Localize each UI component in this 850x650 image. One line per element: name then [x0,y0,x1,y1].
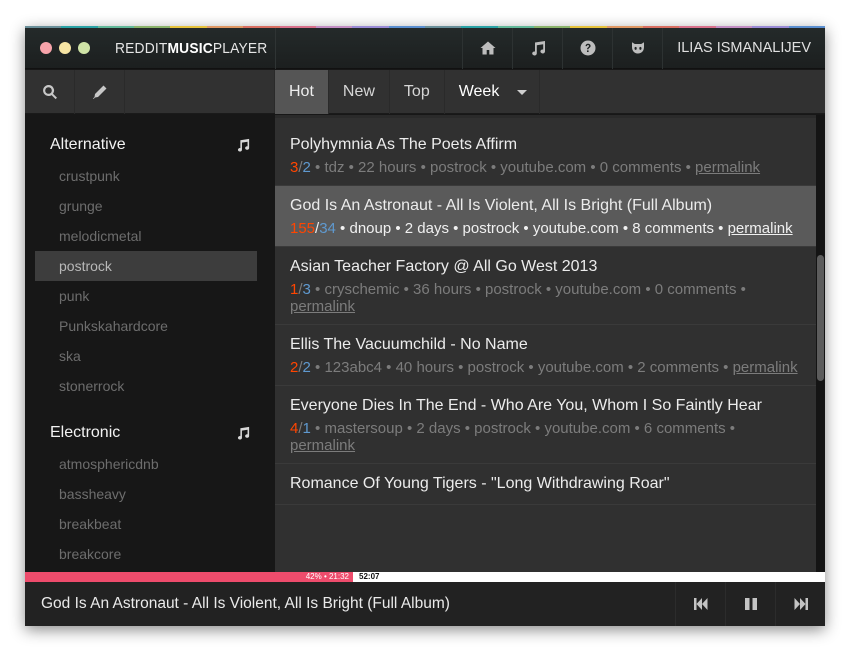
post-title: Ellis The Vacuumchild - No Name [290,336,528,353]
sidebar-item-breakbeat[interactable]: breakbeat [35,509,257,539]
scrollbar[interactable] [816,115,825,572]
tab-hot[interactable]: Hot [275,70,329,114]
downvotes: 2 [302,359,311,376]
tab-top[interactable]: Top [390,70,445,114]
time-filter-dropdown[interactable]: Week [445,70,541,114]
window-controls [25,42,115,54]
app-window: REDDITMUSICPLAYER ILIAS ISMANALIJEV Hot … [25,26,825,626]
sidebar-item-grunge[interactable]: grunge [35,191,257,221]
post-meta: 1/3 • cryschemic • 36 hours • postrock •… [290,281,746,315]
subreddit-list-alternative: crustpunk grunge melodicmetal postrock p… [25,161,275,401]
upvotes: 155 [290,220,316,237]
home-icon [480,41,496,55]
downvotes: 2 [302,159,311,176]
post-title: Romance Of Young Tigers - "Long Withdraw… [290,475,670,492]
sidebar-item-crustpunk[interactable]: crustpunk [35,161,257,191]
toolbar-spacer [125,70,275,113]
close-window-button[interactable] [40,42,52,54]
sidebar-item-punk[interactable]: punk [35,281,257,311]
search-icon [42,84,57,100]
permalink-link[interactable]: permalink [695,159,760,176]
post-details: • tdz • 22 hours • postrock • youtube.co… [310,159,696,176]
help-button[interactable] [562,27,612,69]
user-name[interactable]: ILIAS ISMANALIJEV [662,27,825,69]
post-item[interactable]: Romance Of Young Tigers - "Long Withdraw… [275,464,816,505]
sidebar-item-breakcore[interactable]: breakcore [35,539,257,569]
post-title: Asian Teacher Factory @ All Go West 2013 [290,258,598,275]
minimize-window-button[interactable] [59,42,71,54]
music-icon[interactable] [236,138,250,152]
sidebar-item-punkskahardcore[interactable]: Punkskahardcore [35,311,257,341]
permalink-link[interactable]: permalink [733,359,798,376]
now-playing-title: God Is An Astronaut - All Is Violent, Al… [41,595,450,612]
post-item[interactable]: Polyhymnia As The Poets Affirm 3/2 • tdz… [275,118,816,186]
previous-button[interactable] [675,582,725,626]
post-meta: 3/2 • tdz • 22 hours • postrock • youtub… [290,159,761,176]
github-button[interactable] [612,27,662,69]
permalink-link[interactable]: permalink [290,298,355,315]
post-details: • dnoup • 2 days • postrock • youtube.co… [335,220,728,237]
sidebar-item-ska[interactable]: ska [35,341,257,371]
help-icon [580,40,596,56]
next-icon [794,598,808,610]
progress-bar[interactable]: 42% • 21:32 52:07 [25,572,825,582]
post-list: Polyhymnia As The Poets Affirm 3/2 • tdz… [275,115,816,572]
genre-header-alternative[interactable]: Alternative [25,129,275,161]
post-details: • 123abc4 • 40 hours • postrock • youtub… [310,359,733,376]
post-title: Everyone Dies In The End - Who Are You, … [290,397,762,414]
subreddit-list-electronic: atmosphericdnb bassheavy breakbeat break… [25,449,275,569]
github-icon [631,42,644,54]
sidebar: Alternative crustpunk grunge melodicmeta… [25,115,275,572]
music-icon[interactable] [236,426,250,440]
post-item[interactable]: Everyone Dies In The End - Who Are You, … [275,386,816,464]
sidebar-item-postrock[interactable]: postrock [35,251,257,281]
edit-icon [92,85,106,99]
post-meta: 4/1 • mastersoup • 2 days • postrock • y… [290,420,736,454]
pause-button[interactable] [725,582,775,626]
player-bar: God Is An Astronaut - All Is Violent, Al… [25,582,825,626]
next-button[interactable] [775,582,825,626]
previous-icon [693,598,707,610]
post-item-active[interactable]: God Is An Astronaut - All Is Violent, Al… [275,186,816,247]
toolbar: Hot New Top Week [25,70,825,114]
post-meta: 2/2 • 123abc4 • 40 hours • postrock • yo… [290,359,798,376]
sidebar-item-atmosphericdnb[interactable]: atmosphericdnb [35,449,257,479]
downvotes: 3 [302,281,311,298]
maximize-window-button[interactable] [78,42,90,54]
music-icon [531,41,545,56]
post-title: Polyhymnia As The Poets Affirm [290,136,518,153]
scrollbar-thumb[interactable] [817,255,824,381]
post-item[interactable]: Ellis The Vacuumchild - No Name 2/2 • 12… [275,325,816,386]
genre-title: Electronic [50,424,121,441]
post-title: God Is An Astronaut - All Is Violent, Al… [290,197,713,214]
post-details: • mastersoup • 2 days • postrock • youtu… [310,420,736,437]
title-bar: REDDITMUSICPLAYER ILIAS ISMANALIJEV [25,27,825,69]
post-details: • cryschemic • 36 hours • postrock • you… [310,281,746,298]
progress-fill: 42% • 21:32 [25,572,353,582]
pause-icon [744,598,757,610]
sidebar-item-stonerrock[interactable]: stonerrock [35,371,257,401]
sidebar-item-melodicmetal[interactable]: melodicmetal [35,221,257,251]
sidebar-item-bassheavy[interactable]: bassheavy [35,479,257,509]
chevron-down-icon [517,89,528,95]
post-meta: 155/34 • dnoup • 2 days • postrock • you… [290,220,793,237]
genre-header-electronic[interactable]: Electronic [25,417,275,449]
app-logo: REDDITMUSICPLAYER [115,39,268,57]
permalink-link[interactable]: permalink [290,437,355,454]
genre-title: Alternative [50,136,126,153]
post-item[interactable]: Asian Teacher Factory @ All Go West 2013… [275,247,816,325]
search-button[interactable] [25,70,75,114]
tab-new[interactable]: New [329,70,390,114]
time-filter-value: Week [458,83,500,100]
permalink-link[interactable]: permalink [728,220,793,237]
divider [275,27,276,69]
edit-button[interactable] [75,70,125,114]
music-button[interactable] [512,27,562,69]
downvotes: 1 [302,420,311,437]
home-button[interactable] [462,27,512,69]
downvotes: 34 [319,220,336,237]
